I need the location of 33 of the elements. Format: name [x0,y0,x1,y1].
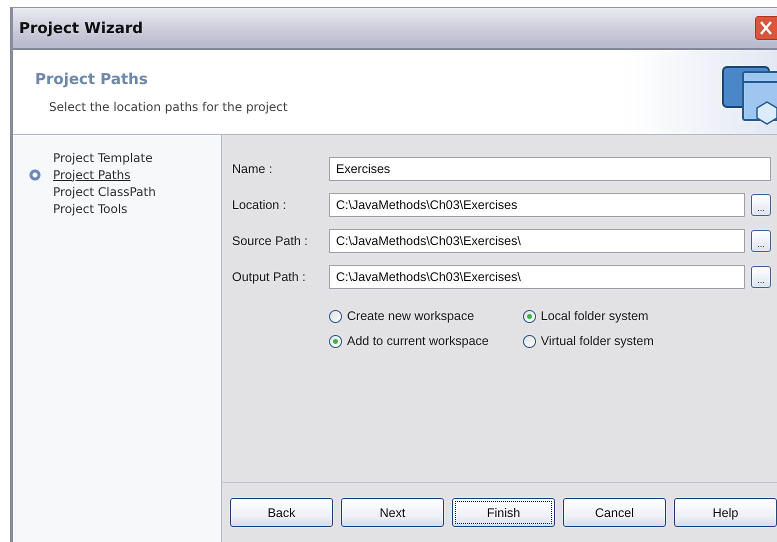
radio-button[interactable] [522,310,536,322]
dialog-button[interactable]: Next [341,498,444,527]
dialog-button[interactable]: Back [230,498,333,527]
wizard-step[interactable]: Project Paths [53,168,130,182]
dialog-button[interactable]: Cancel [563,498,666,527]
radio-label: Virtual folder system [540,334,654,348]
field-label: Name : [232,162,274,176]
radio-label: Create new workspace [347,309,474,323]
radio-label: Add to current workspace [347,334,489,348]
radio-button[interactable] [522,334,536,348]
input-field[interactable]: Exercises [329,157,771,181]
wizard-step[interactable]: Project Template [53,150,153,164]
wizard-step[interactable]: Project ClassPath [53,184,156,198]
dialog-button[interactable]: Help [674,498,777,527]
input-field[interactable]: C:\JavaMethods\Ch03\Exercises [329,193,745,217]
browse-button[interactable]: ... [751,194,771,216]
page-title: Project Paths [35,70,149,88]
radio-button[interactable] [329,334,342,348]
wizard-step[interactable]: Project Tools [53,202,128,216]
radio-label: Local folder system [540,309,648,323]
dialog-button[interactable]: Finish [452,498,555,527]
page-subtitle: Select the location paths for the project [48,100,288,114]
input-field[interactable]: C:\JavaMethods\Ch03\Exercises\ [329,229,745,253]
window-stack-icon [721,64,777,126]
browse-button[interactable]: ... [751,266,771,288]
browse-button[interactable]: ... [751,230,771,252]
input-field[interactable]: C:\JavaMethods\Ch03\Exercises\ [329,265,745,289]
field-label: Output Path : [232,270,307,284]
field-label: Source Path : [232,234,309,248]
window-title: Project Wizard [18,19,143,37]
radio-button[interactable] [329,310,342,322]
field-label: Location : [232,198,288,212]
close-icon[interactable] [755,16,777,40]
